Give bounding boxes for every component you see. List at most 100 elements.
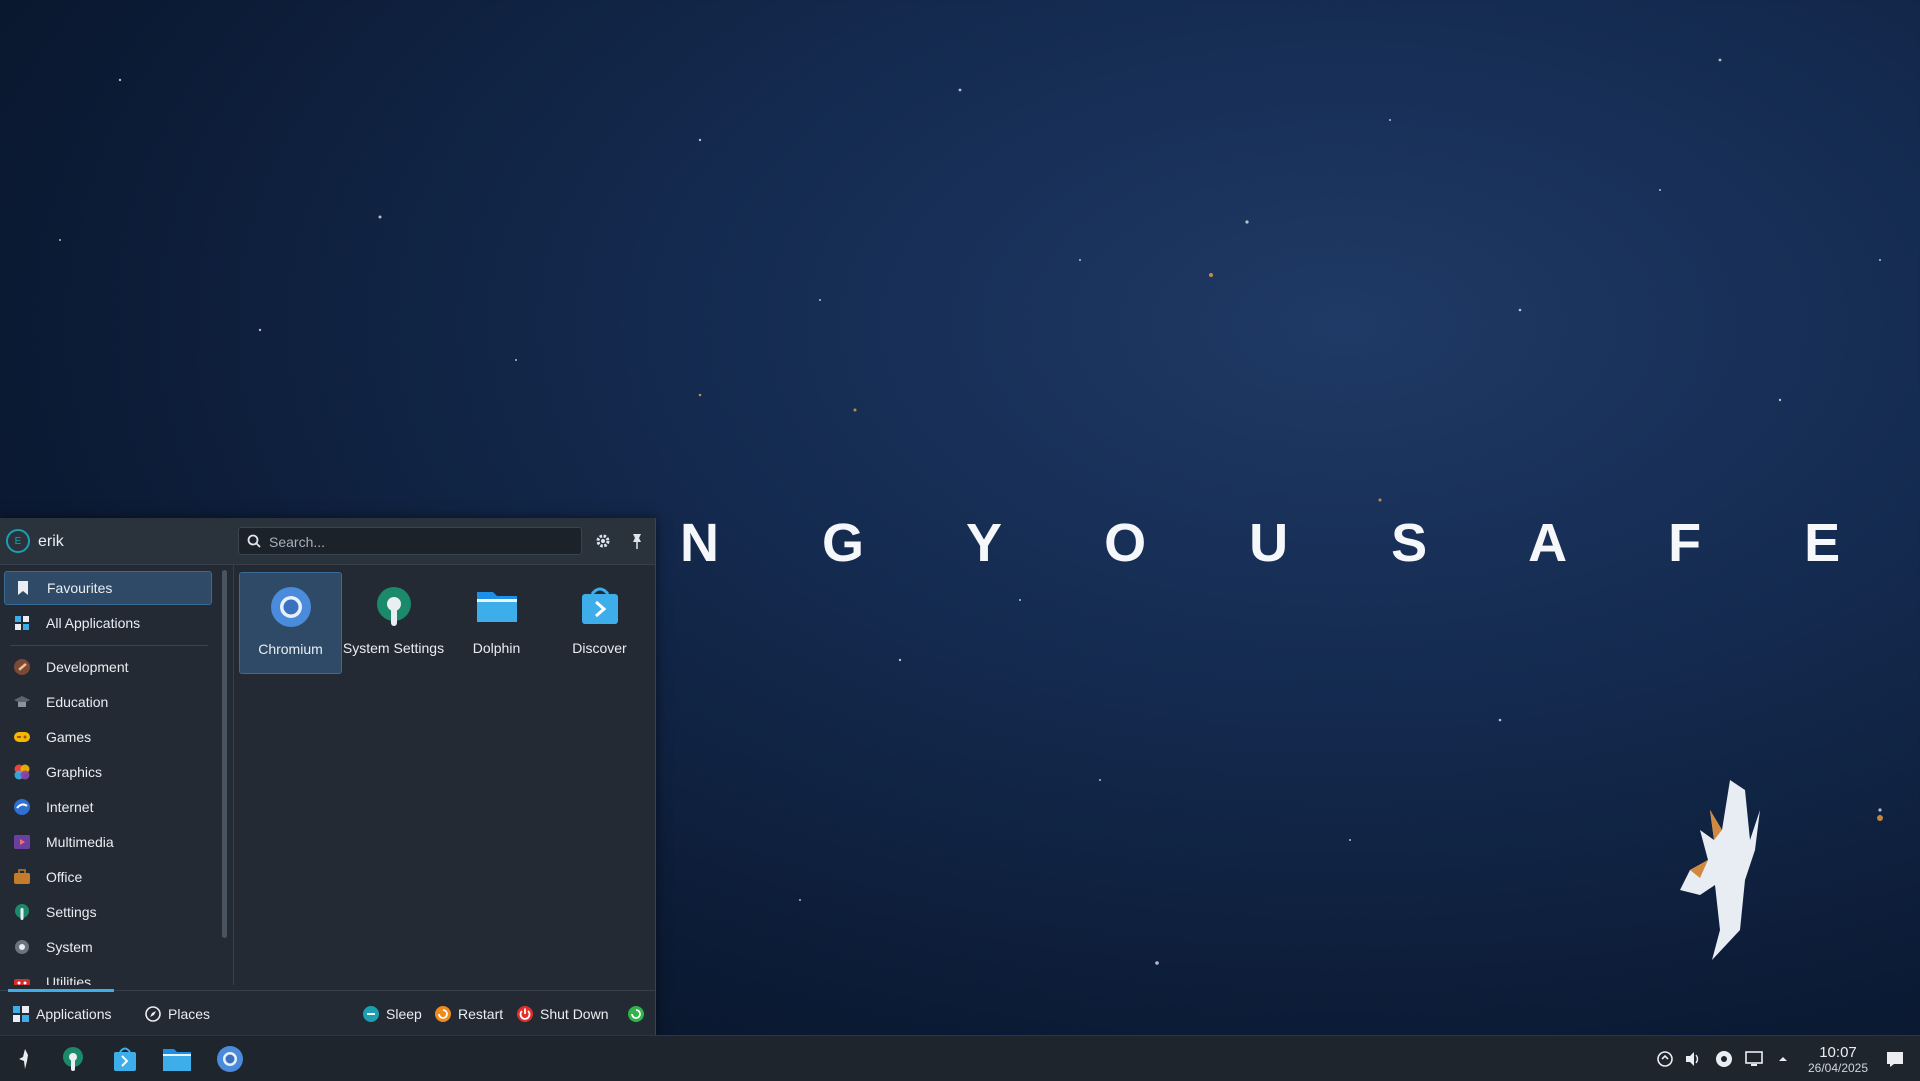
color-palette-icon xyxy=(12,762,32,782)
display-icon[interactable] xyxy=(1745,1050,1763,1068)
action-label: Shut Down xyxy=(540,1006,609,1022)
tab-label: Applications xyxy=(36,1006,112,1022)
category-label: Favourites xyxy=(47,580,113,596)
category-label: Settings xyxy=(46,904,97,920)
sleep-icon xyxy=(363,1006,379,1022)
favourite-chromium[interactable]: Chromium xyxy=(239,572,342,674)
favourite-system-settings[interactable]: System Settings xyxy=(342,572,445,674)
category-label: Development xyxy=(46,659,129,675)
category-label: All Applications xyxy=(46,615,141,631)
system-icon xyxy=(12,937,32,957)
category-label: Graphics xyxy=(46,764,103,780)
toolbox-icon xyxy=(12,972,32,985)
category-education[interactable]: Education xyxy=(4,685,212,719)
launcher-header: E erik xyxy=(0,518,655,565)
clock[interactable]: 10:07 26/04/2025 xyxy=(1800,1044,1876,1075)
launcher-button[interactable] xyxy=(10,1044,40,1074)
category-office[interactable]: Office xyxy=(4,860,212,894)
leave-more-icon[interactable] xyxy=(627,1005,645,1023)
updates-icon[interactable] xyxy=(1656,1050,1674,1068)
taskbar-discover[interactable] xyxy=(110,1044,140,1074)
category-games[interactable]: Games xyxy=(4,720,212,754)
briefcase-icon xyxy=(12,867,32,887)
category-favourites[interactable]: Favourites xyxy=(4,571,212,605)
wallpaper-slogan: N G Y O U S A F E xyxy=(680,513,1885,573)
discover-bag-icon xyxy=(581,587,618,624)
favourite-label: Chromium xyxy=(258,641,323,657)
bookmark-icon xyxy=(13,578,33,598)
category-settings[interactable]: Settings xyxy=(4,895,212,929)
category-development[interactable]: Development xyxy=(4,650,212,684)
deer-logo xyxy=(1680,780,1760,960)
launcher-footer: Applications Places Sleep Restart Shut D… xyxy=(0,990,655,1036)
folder-icon xyxy=(163,1049,191,1071)
search-icon xyxy=(247,534,261,548)
category-label: Games xyxy=(46,729,92,745)
gamepad-icon xyxy=(12,727,32,747)
avatar[interactable]: E xyxy=(6,529,30,553)
username: erik xyxy=(38,533,64,550)
active-tab-indicator xyxy=(8,989,114,992)
taskbar-system-settings[interactable] xyxy=(58,1044,88,1074)
favourite-dolphin[interactable]: Dolphin xyxy=(445,572,548,674)
hammer-icon xyxy=(12,657,32,677)
action-label: Restart xyxy=(458,1006,504,1022)
compass-icon xyxy=(145,1006,161,1022)
shutdown-button[interactable]: Shut Down xyxy=(516,1005,608,1023)
applications-icon xyxy=(13,1006,29,1022)
grid-icon xyxy=(12,613,32,633)
favourite-discover[interactable]: Discover xyxy=(548,572,651,674)
media-disc-icon[interactable] xyxy=(1715,1050,1733,1068)
category-utilities[interactable]: Utilities xyxy=(4,965,212,985)
sleep-button[interactable]: Sleep xyxy=(362,1005,422,1023)
chromium-icon xyxy=(217,1046,243,1072)
settings-gear-icon[interactable] xyxy=(594,532,612,550)
category-label: Education xyxy=(46,694,109,710)
taskbar-dolphin[interactable] xyxy=(162,1044,192,1074)
taskbar-chromium[interactable] xyxy=(215,1044,245,1074)
notifications-icon[interactable] xyxy=(1886,1050,1904,1068)
discover-bag-icon xyxy=(114,1047,136,1071)
category-list: Favourites All Applications Development … xyxy=(0,565,216,985)
category-label: System xyxy=(46,939,93,955)
category-label: Office xyxy=(46,869,83,885)
category-graphics[interactable]: Graphics xyxy=(4,755,212,789)
category-system[interactable]: System xyxy=(4,930,212,964)
settings-wrench-icon xyxy=(12,902,32,922)
taskbar: 10:07 26/04/2025 xyxy=(0,1035,1920,1081)
clock-time: 10:07 xyxy=(1819,1044,1857,1061)
category-label: Multimedia xyxy=(46,834,114,850)
chromium-icon xyxy=(270,587,311,627)
search-input[interactable] xyxy=(267,528,571,556)
folder-icon xyxy=(476,592,517,622)
multimedia-icon xyxy=(12,832,32,852)
tab-places[interactable]: Places xyxy=(144,1005,210,1023)
category-label: Internet xyxy=(46,799,94,815)
tab-label: Places xyxy=(168,1006,211,1022)
pane-divider xyxy=(233,565,234,985)
category-separator xyxy=(10,645,208,646)
restart-button[interactable]: Restart xyxy=(434,1005,503,1023)
deer-launcher-icon xyxy=(19,1049,28,1069)
category-scrollbar[interactable] xyxy=(222,570,227,938)
tab-applications[interactable]: Applications xyxy=(12,1005,112,1023)
category-multimedia[interactable]: Multimedia xyxy=(4,825,212,859)
category-all-applications[interactable]: All Applications xyxy=(4,606,212,640)
system-settings-icon xyxy=(376,587,411,626)
clock-date: 26/04/2025 xyxy=(1807,1061,1869,1075)
category-label: Utilities xyxy=(46,974,92,985)
favourite-label: System Settings xyxy=(342,640,445,656)
favourite-label: Discover xyxy=(572,640,627,656)
globe-icon xyxy=(12,797,32,817)
category-internet[interactable]: Internet xyxy=(4,790,212,824)
restart-icon xyxy=(435,1006,451,1022)
volume-icon[interactable] xyxy=(1684,1050,1702,1068)
system-settings-icon xyxy=(63,1047,83,1071)
graduation-cap-icon xyxy=(12,692,32,712)
favourite-label: Dolphin xyxy=(472,640,521,656)
chevron-up-icon[interactable] xyxy=(1774,1050,1792,1068)
power-icon xyxy=(517,1006,533,1022)
search-field[interactable] xyxy=(238,527,582,556)
action-label: Sleep xyxy=(386,1006,422,1022)
pin-icon[interactable] xyxy=(628,532,646,550)
